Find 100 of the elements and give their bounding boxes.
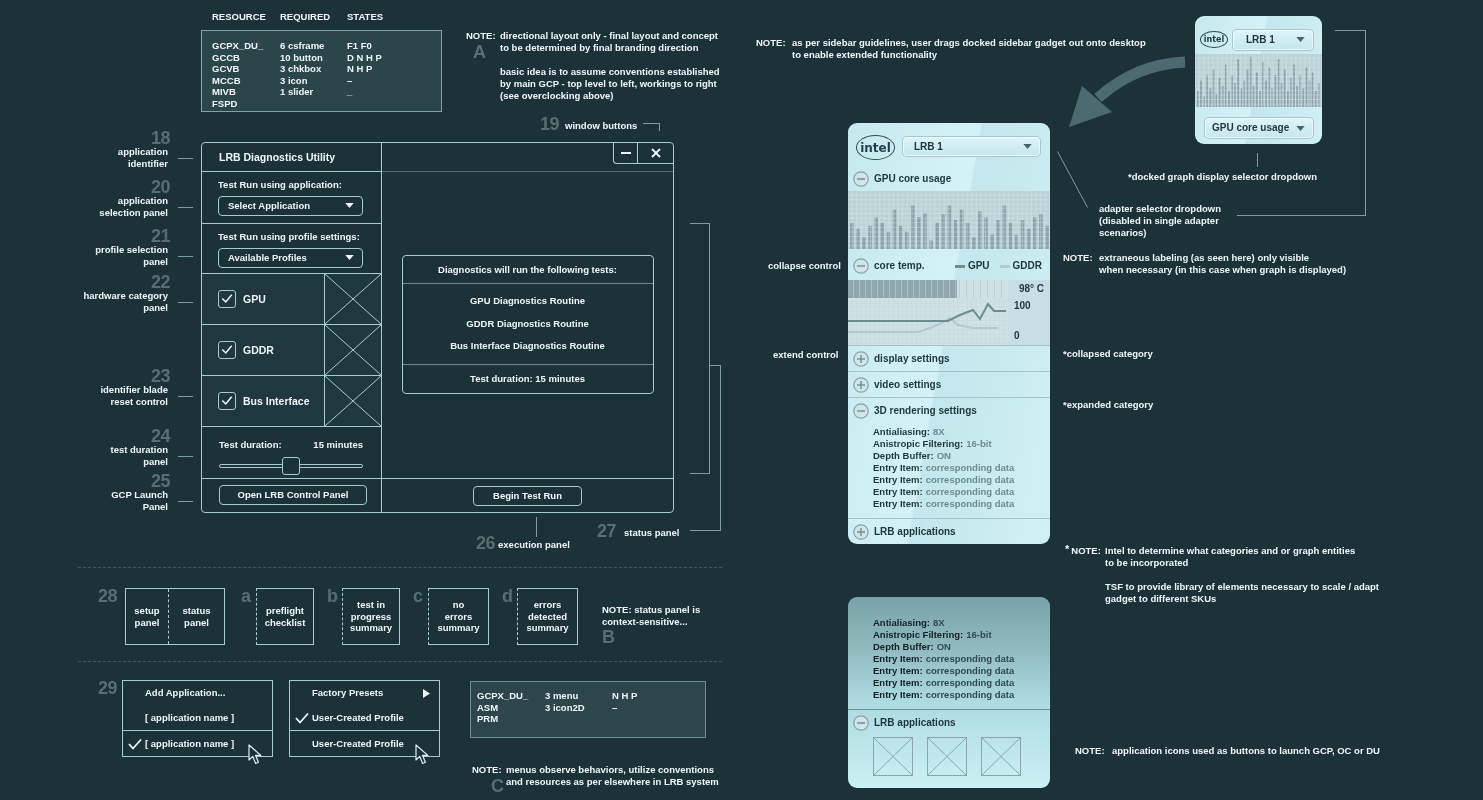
legend-label: GPU xyxy=(967,260,990,272)
checkbox[interactable] xyxy=(218,289,236,308)
adapter-dropdown[interactable]: LRB 1 xyxy=(1233,29,1313,50)
leader-line xyxy=(1057,151,1088,208)
table-cell-text: – xyxy=(612,701,619,713)
setting-value: ON xyxy=(936,450,951,462)
category-header[interactable]: display settings xyxy=(848,350,950,367)
annotation: adapter selector dropdown (disabled in single adapter scenarios) xyxy=(1099,203,1221,239)
section-number: 28 xyxy=(98,588,119,604)
note-text: as per sidebar guidelines, user drags docked sidebar gadget out onto desktop to enable extended functionality xyxy=(792,37,1146,61)
field-label: Test Run using application: xyxy=(218,178,342,191)
setting-label: Anistropic Filtering: xyxy=(873,438,964,450)
check-icon xyxy=(221,395,233,406)
leader-line xyxy=(178,206,193,208)
callout-label: application identifier xyxy=(117,146,168,170)
menu-item[interactable]: User-Created Profile xyxy=(290,730,439,756)
table-cell-text: FSPD xyxy=(212,97,239,109)
setting-label: Entry Item: xyxy=(873,462,923,474)
table-cell-text: GCPX_DU_ xyxy=(477,690,530,702)
category-header[interactable]: LRB applications xyxy=(848,523,956,540)
caret-icon xyxy=(345,203,354,208)
setting-label: Entry Item: xyxy=(873,486,923,498)
setting-value: corresponding data xyxy=(925,665,1015,677)
table-cell-text: 3 icon xyxy=(280,74,309,86)
annotation: *docked graph display selector dropdown xyxy=(1128,171,1317,183)
graph-selector-dropdown[interactable]: GPU core usage xyxy=(1205,118,1313,138)
setting-label: Depth Buffer: xyxy=(873,641,934,653)
category-header[interactable]: LRB applications xyxy=(848,714,956,731)
leader-line xyxy=(178,455,193,457)
temperature-reading: 98° C xyxy=(1018,283,1044,295)
note-text: extraneous labeling (as seen here) only visible when necessary (in this case when graph is displayed) xyxy=(1099,252,1347,276)
checkbox-label: GDDR xyxy=(243,343,274,356)
leader-line xyxy=(178,255,193,257)
checkbox[interactable] xyxy=(218,391,236,410)
table-cell-text: N H P xyxy=(612,690,639,702)
test-item: GPU Diagnostics Routine xyxy=(469,295,586,308)
callout-label: GCP Launch Panel xyxy=(111,489,168,513)
note-marker: B xyxy=(602,629,616,645)
setting-value: corresponding data xyxy=(925,677,1015,689)
section-number: 29 xyxy=(98,680,119,696)
profile-dropdown[interactable]: Available Profiles xyxy=(218,247,363,268)
setting-value: 8X xyxy=(933,426,945,438)
menu-item[interactable]: User-Created Profile xyxy=(290,705,439,731)
slider-thumb[interactable] xyxy=(282,456,300,475)
cursor-icon xyxy=(248,744,262,766)
sketch-label: no errors summary xyxy=(437,599,480,634)
callout-label: test duration panel xyxy=(110,444,168,468)
column-header: REQUIRED xyxy=(280,11,332,24)
callout-number: 23 xyxy=(150,368,170,384)
table-cell-text: 6 csframe xyxy=(280,40,326,52)
setting-value: corresponding data xyxy=(925,462,1015,474)
duration-value: 15 minutes xyxy=(313,438,363,451)
table-cell-text: GCPX_DU_ xyxy=(212,40,265,52)
variant-letter: a xyxy=(241,588,252,608)
menu-item[interactable]: [ application name ] xyxy=(123,730,272,756)
sketch-label: test in progress summary xyxy=(349,599,393,634)
caret-icon xyxy=(1296,37,1305,42)
note-text: TSF to provide library of elements necessary to scale / adapt gadget to different SKUs xyxy=(1105,581,1379,605)
annotation: *collapsed category xyxy=(1063,348,1153,360)
setting-value: corresponding data xyxy=(925,653,1015,665)
callout-label: hardware category panel xyxy=(83,290,168,314)
category-header[interactable]: video settings xyxy=(848,376,942,393)
run-button[interactable]: Begin Test Run xyxy=(473,485,582,506)
setting-value: 16-bit xyxy=(966,438,992,450)
variant-letter: b xyxy=(327,588,338,608)
test-item: GDDR Diagnostics Routine xyxy=(466,317,589,330)
note-text: NOTE: status panel is context-sensitive... xyxy=(602,604,701,628)
leader-line xyxy=(536,517,537,537)
category-header[interactable]: core temp. xyxy=(848,258,925,274)
leader-line xyxy=(178,500,193,502)
table-cell-text: 3 menu xyxy=(545,690,580,702)
setting-label: Antialiasing: xyxy=(873,426,930,438)
callout-number: 27 xyxy=(597,523,617,539)
annotation: collapse control xyxy=(768,260,841,272)
setting-label: Anistropic Filtering: xyxy=(873,629,964,641)
leader-line xyxy=(178,301,193,303)
category-header[interactable]: GPU core usage xyxy=(848,171,952,187)
checkbox[interactable] xyxy=(218,340,236,359)
setting-value: corresponding data xyxy=(925,498,1015,510)
callout-number: 18 xyxy=(150,130,170,146)
annotation: extend control xyxy=(773,349,839,361)
note-label: NOTE: xyxy=(1075,745,1106,757)
menu-item[interactable]: Add Application... xyxy=(123,681,272,706)
window-title: LRB Diagnostics Utility xyxy=(219,150,336,163)
note-label: NOTE: xyxy=(1071,545,1101,557)
duration-summary: Test duration: 15 minutes xyxy=(470,373,585,386)
menu-item[interactable]: [ application name ] xyxy=(123,705,272,731)
variant-letter: d xyxy=(502,588,513,608)
application-dropdown[interactable]: Select Application xyxy=(218,195,363,216)
menu-item[interactable]: Factory Presets xyxy=(290,681,439,706)
note-text: basic idea is to assume conventions established by main GCP - top level to left, workings to right (see overclocking above) xyxy=(500,66,720,102)
category-header[interactable]: 3D rendering settings xyxy=(848,402,977,419)
callout-number: 25 xyxy=(150,473,170,489)
annotation: *expanded category xyxy=(1063,399,1154,411)
note-text: Intel to determine what categories and or graph entities to be incorporated xyxy=(1105,545,1357,569)
launch-button[interactable]: Open LRB Control Panel xyxy=(219,485,367,506)
checkbox-label: Bus Interface xyxy=(243,394,310,407)
table-cell-text: GCCB xyxy=(212,51,241,63)
image-placeholder xyxy=(873,737,913,776)
adapter-dropdown[interactable]: LRB 1 xyxy=(903,137,1040,156)
